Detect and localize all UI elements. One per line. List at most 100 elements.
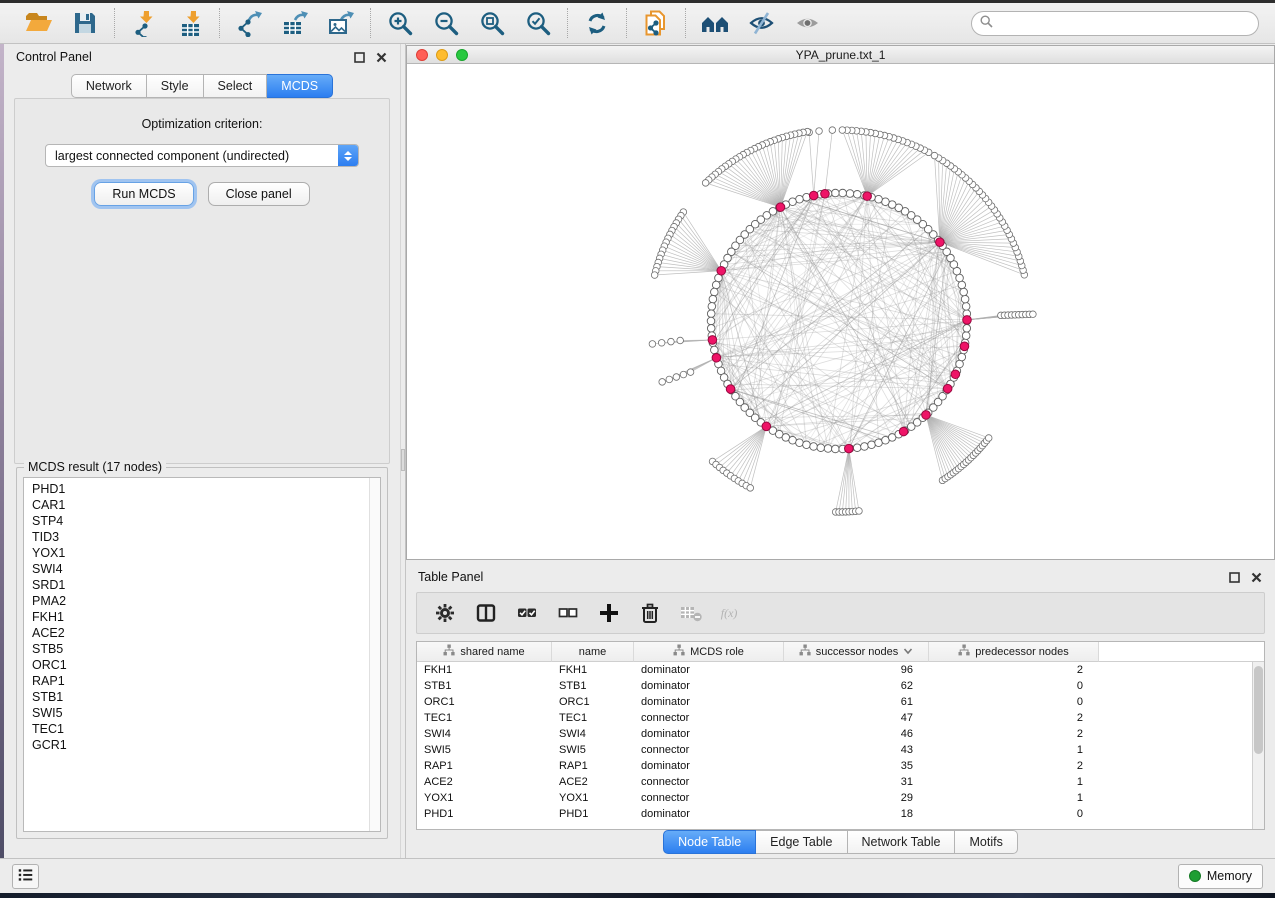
mcds-result-item[interactable]: STB1 [32, 689, 380, 705]
export-network-icon[interactable] [234, 9, 264, 37]
close-panel-button[interactable]: Close panel [208, 182, 310, 206]
table-row[interactable]: SWI4SWI4dominator462 [417, 726, 1252, 742]
mcds-result-item[interactable]: PHD1 [32, 481, 380, 497]
table-row[interactable]: STB1STB1dominator620 [417, 678, 1252, 694]
import-table-icon[interactable] [175, 9, 205, 37]
cell-MCDS-role: dominator [634, 758, 784, 774]
table-row[interactable]: ORC1ORC1dominator610 [417, 694, 1252, 710]
table-row[interactable]: TEC1TEC1connector472 [417, 710, 1252, 726]
cell-MCDS-role: connector [634, 710, 784, 726]
run-mcds-button[interactable]: Run MCDS [94, 182, 193, 206]
new-network-from-selection-icon[interactable] [641, 9, 671, 37]
mcds-result-item[interactable]: STB5 [32, 641, 380, 657]
mcds-result-item[interactable]: CAR1 [32, 497, 380, 513]
open-session-icon[interactable] [24, 9, 54, 37]
search-input[interactable] [998, 16, 1250, 30]
cell-predecessor-nodes: 2 [929, 726, 1099, 742]
show-columns-icon[interactable] [474, 601, 498, 625]
mcds-result-item[interactable]: SRD1 [32, 577, 380, 593]
show-all-icon[interactable] [792, 9, 822, 37]
control-panel-tabs: NetworkStyleSelectMCDS [4, 74, 400, 98]
shared-column-icon [799, 644, 811, 659]
mcds-result-list[interactable]: PHD1CAR1STP4TID3YOX1SWI4SRD1PMA2FKH1ACE2… [23, 477, 381, 832]
tab-network[interactable]: Network [71, 74, 147, 98]
cell-predecessor-nodes: 2 [929, 662, 1099, 678]
table-mode-gear-icon[interactable] [433, 601, 457, 625]
mcds-result-item[interactable]: SWI5 [32, 705, 380, 721]
save-session-icon[interactable] [70, 9, 100, 37]
table-row[interactable]: PHD1PHD1dominator180 [417, 806, 1252, 822]
table-row[interactable]: RAP1RAP1dominator352 [417, 758, 1252, 774]
table-row[interactable]: YOX1YOX1connector291 [417, 790, 1252, 806]
cell-name: SWI5 [552, 742, 634, 758]
column-header-predecessor-nodes[interactable]: predecessor nodes [929, 642, 1099, 662]
control-panel: Control Panel NetworkStyleSelectMCDS Opt… [4, 44, 400, 858]
table-toolbar: f(x) [416, 592, 1265, 634]
mcds-result-item[interactable]: RAP1 [32, 673, 380, 689]
export-image-icon[interactable] [326, 9, 356, 37]
cell-predecessor-nodes: 1 [929, 742, 1099, 758]
cell-predecessor-nodes: 0 [929, 694, 1099, 710]
table-row[interactable]: SWI5SWI5connector431 [417, 742, 1252, 758]
mcds-result-item[interactable]: ORC1 [32, 657, 380, 673]
cell-successor-nodes: 18 [784, 806, 929, 822]
cell-name: STB1 [552, 678, 634, 694]
mcds-result-item[interactable]: FKH1 [32, 609, 380, 625]
tab-network-table[interactable]: Network Table [848, 830, 956, 854]
optimization-criterion-dropdown[interactable]: largest connected component (undirected) [45, 144, 359, 167]
mcds-result-item[interactable]: TID3 [32, 529, 380, 545]
close-panel-icon[interactable] [375, 51, 388, 64]
network-window-titlebar[interactable]: YPA_prune.txt_1 [407, 46, 1274, 64]
column-header-name[interactable]: name [552, 642, 634, 662]
first-neighbors-icon[interactable] [700, 9, 730, 37]
export-table-icon[interactable] [280, 9, 310, 37]
task-history-button[interactable] [12, 864, 39, 889]
tab-node-table[interactable]: Node Table [663, 830, 756, 854]
delete-columns-icon[interactable] [638, 601, 662, 625]
cell-name: ACE2 [552, 774, 634, 790]
select-all-icon[interactable] [515, 601, 539, 625]
network-graph[interactable] [407, 64, 1274, 559]
zoom-out-icon[interactable] [431, 9, 461, 37]
column-header-MCDS-role[interactable]: MCDS role [634, 642, 784, 662]
zoom-fit-icon[interactable] [477, 9, 507, 37]
table-scrollbar[interactable] [1252, 662, 1264, 829]
hide-selected-icon[interactable] [746, 9, 776, 37]
zoom-in-icon[interactable] [385, 9, 415, 37]
tab-style[interactable]: Style [147, 74, 204, 98]
import-network-icon[interactable] [129, 9, 159, 37]
mcds-result-item[interactable]: STP4 [32, 513, 380, 529]
float-panel-icon[interactable] [353, 51, 366, 64]
tab-select[interactable]: Select [204, 74, 268, 98]
mcds-list-scrollbar[interactable] [369, 478, 380, 831]
network-canvas[interactable] [407, 64, 1274, 559]
float-table-panel-icon[interactable] [1228, 571, 1241, 584]
column-header-shared-name[interactable]: shared name [417, 642, 552, 662]
cell-shared-name: ORC1 [417, 694, 552, 710]
mcds-result-item[interactable]: GCR1 [32, 737, 380, 753]
close-table-panel-icon[interactable] [1250, 571, 1263, 584]
shared-column-icon [443, 644, 455, 659]
mcds-result-item[interactable]: PMA2 [32, 593, 380, 609]
control-panel-title: Control Panel [16, 50, 92, 64]
splitter-handle[interactable] [401, 449, 405, 471]
tab-motifs[interactable]: Motifs [955, 830, 1017, 854]
sort-descending-icon [903, 646, 913, 658]
table-row[interactable]: ACE2ACE2connector311 [417, 774, 1252, 790]
deselect-all-icon[interactable] [556, 601, 580, 625]
tab-edge-table[interactable]: Edge Table [756, 830, 847, 854]
tab-mcds[interactable]: MCDS [267, 74, 333, 98]
table-row[interactable]: FKH1FKH1dominator962 [417, 662, 1252, 678]
table-scrollbar-thumb[interactable] [1254, 666, 1263, 754]
mcds-result-item[interactable]: ACE2 [32, 625, 380, 641]
mcds-result-item[interactable]: SWI4 [32, 561, 380, 577]
memory-button[interactable]: Memory [1178, 864, 1263, 889]
add-column-icon[interactable] [597, 601, 621, 625]
shared-column-icon [958, 644, 970, 659]
mcds-result-item[interactable]: TEC1 [32, 721, 380, 737]
zoom-selected-icon[interactable] [523, 9, 553, 37]
search-field[interactable] [971, 11, 1259, 36]
apply-layout-icon[interactable] [582, 9, 612, 37]
column-header-successor-nodes[interactable]: successor nodes [784, 642, 929, 662]
mcds-result-item[interactable]: YOX1 [32, 545, 380, 561]
